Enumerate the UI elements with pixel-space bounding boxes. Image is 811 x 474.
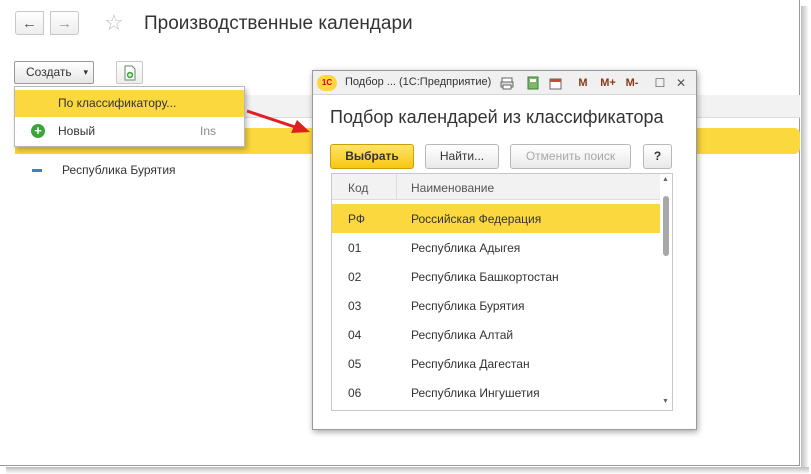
row-name: Республика Дагестан bbox=[411, 357, 530, 371]
1c-logo-icon: 1С bbox=[317, 75, 337, 91]
memory-button[interactable]: M bbox=[577, 75, 589, 91]
classifier-selection-dialog: 1С Подбор ... (1С:Предприятие) M M+ M- ☐… bbox=[312, 70, 697, 430]
row-code: 04 bbox=[348, 328, 362, 342]
row-code: РФ bbox=[348, 212, 365, 226]
scroll-up-icon[interactable]: ▲ bbox=[662, 176, 669, 183]
vertical-scrollbar[interactable]: ▲ ▼ bbox=[660, 174, 672, 410]
classifier-table: Код Наименование РФ Российская Федерация… bbox=[331, 173, 673, 411]
table-header: Код Наименование bbox=[332, 174, 672, 200]
dialog-window-title: Подбор ... (1С:Предприятие) bbox=[345, 76, 492, 88]
memory-minus-button[interactable]: M- bbox=[623, 75, 641, 91]
row-name: Республика Башкортостан bbox=[411, 270, 559, 284]
calculator-icon[interactable] bbox=[525, 75, 541, 91]
scroll-down-icon[interactable]: ▼ bbox=[662, 398, 669, 405]
row-name: Республика Адыгея bbox=[411, 241, 521, 255]
row-code: 03 bbox=[348, 299, 362, 313]
row-code: 02 bbox=[348, 270, 362, 284]
row-name: Республика Алтай bbox=[411, 328, 514, 342]
row-code: 05 bbox=[348, 357, 362, 371]
table-row[interactable]: 03 Республика Бурятия bbox=[332, 291, 660, 320]
table-row[interactable]: 01 Республика Адыгея bbox=[332, 233, 660, 262]
table-row[interactable]: 02 Республика Башкортостан bbox=[332, 262, 660, 291]
scrollbar-thumb[interactable] bbox=[663, 196, 669, 256]
column-header-name[interactable]: Наименование bbox=[411, 181, 494, 195]
row-code: 01 bbox=[348, 241, 362, 255]
row-code: 06 bbox=[348, 386, 362, 400]
row-name: Республика Ингушетия bbox=[411, 386, 540, 400]
row-name: Российская Федерация bbox=[411, 212, 542, 226]
maximize-icon[interactable]: ☐ bbox=[653, 75, 667, 91]
column-divider bbox=[396, 174, 397, 200]
row-name: Республика Бурятия bbox=[411, 299, 525, 313]
table-row[interactable]: 06 Республика Ингушетия bbox=[332, 378, 660, 407]
memory-plus-button[interactable]: M+ bbox=[599, 75, 617, 91]
help-button[interactable]: ? bbox=[643, 144, 672, 169]
column-header-code[interactable]: Код bbox=[348, 181, 368, 195]
print-icon[interactable] bbox=[499, 75, 515, 91]
dialog-titlebar: 1С Подбор ... (1С:Предприятие) M M+ M- ☐… bbox=[313, 71, 696, 95]
dialog-heading: Подбор календарей из классификатора bbox=[330, 107, 664, 127]
table-row[interactable]: РФ Российская Федерация bbox=[332, 204, 660, 233]
close-icon[interactable]: ✕ bbox=[674, 75, 688, 91]
cancel-search-button[interactable]: Отменить поиск bbox=[510, 144, 631, 169]
find-button[interactable]: Найти... bbox=[425, 144, 499, 169]
table-row[interactable]: 04 Республика Алтай bbox=[332, 320, 660, 349]
select-button[interactable]: Выбрать bbox=[330, 144, 414, 169]
calendar-icon[interactable] bbox=[547, 75, 563, 91]
table-row[interactable]: 05 Республика Дагестан bbox=[332, 349, 660, 378]
